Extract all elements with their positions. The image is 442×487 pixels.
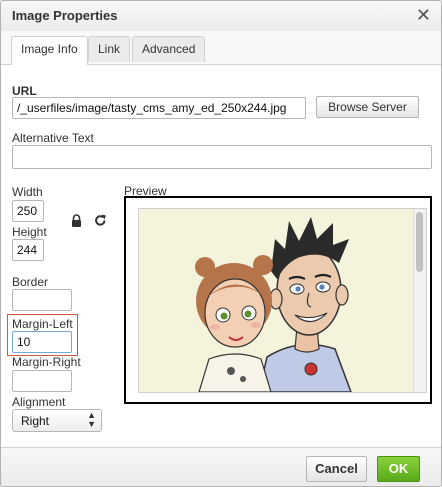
margin-left-label: Margin-Left [12, 317, 73, 331]
alignment-label: Alignment [12, 395, 66, 409]
preview-viewport[interactable] [138, 208, 427, 393]
width-field[interactable]: 250 [12, 200, 44, 222]
border-field[interactable] [12, 289, 72, 311]
border-label: Border [12, 275, 49, 289]
preview-scrollbar-thumb[interactable] [416, 212, 423, 272]
cancel-button[interactable]: Cancel [306, 456, 367, 482]
reset-size-icon[interactable] [94, 213, 107, 230]
dialog-footer: Cancel OK [1, 447, 441, 486]
alt-text-field[interactable] [12, 145, 432, 169]
ok-button[interactable]: OK [377, 456, 420, 482]
alt-text-label: Alternative Text [12, 131, 94, 145]
tab-image-info[interactable]: Image Info [11, 36, 88, 65]
alignment-select[interactable]: Right ▲ ▼ [12, 409, 102, 432]
preview-scrollbar[interactable] [413, 209, 426, 392]
browse-server-button[interactable]: Browse Server [316, 96, 419, 118]
url-field[interactable]: /_userfiles/image/tasty_cms_amy_ed_250x2… [12, 97, 306, 119]
dialog-title: Image Properties [12, 8, 118, 23]
select-arrows-icon: ▲ ▼ [87, 410, 96, 429]
preview-frame [124, 196, 432, 404]
tab-link[interactable]: Link [88, 36, 131, 62]
width-label: Width [12, 185, 43, 199]
margin-left-field[interactable]: 10 [12, 331, 72, 353]
height-field[interactable]: 244 [12, 239, 44, 261]
lock-icon[interactable] [71, 214, 82, 230]
close-icon[interactable]: ✕ [416, 5, 431, 25]
alignment-selected-value: Right [21, 414, 50, 428]
preview-cartoon-image [139, 209, 415, 392]
image-properties-dialog: Image Properties ✕ Image Info Link Advan… [0, 0, 442, 487]
dialog-titlebar[interactable]: Image Properties ✕ [1, 1, 441, 32]
height-label: Height [12, 225, 47, 239]
margin-right-field[interactable] [12, 370, 72, 392]
url-label: URL [12, 84, 37, 98]
margin-right-label: Margin-Right [12, 355, 81, 369]
tab-advanced[interactable]: Advanced [132, 36, 206, 62]
tab-bar: Image Info Link Advanced [1, 31, 441, 65]
